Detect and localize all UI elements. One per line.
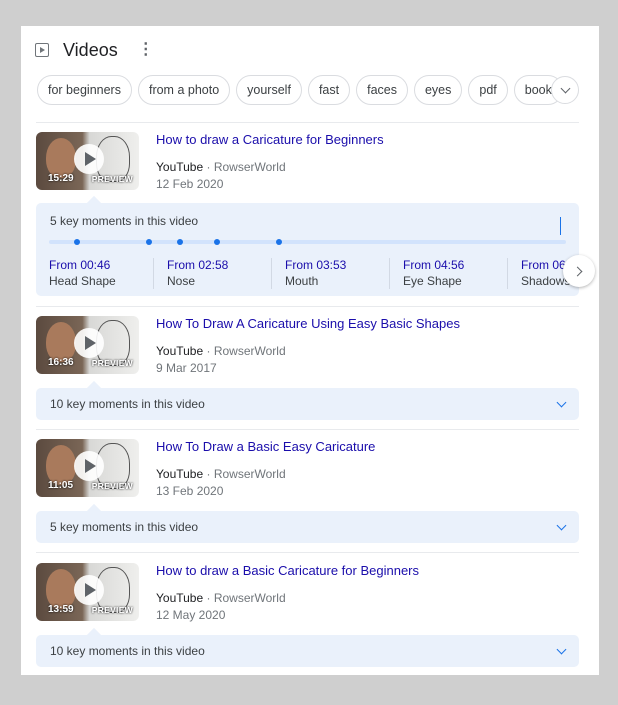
separator: · bbox=[206, 591, 214, 605]
moment-name: Head Shape bbox=[49, 274, 116, 288]
source-name: YouTube bbox=[156, 467, 204, 481]
preview-label: PREVIEW bbox=[91, 358, 133, 368]
chevron-down-icon bbox=[556, 397, 567, 408]
key-moments-label: 5 key moments in this video bbox=[50, 214, 199, 228]
videos-header: Videos ⋮ bbox=[35, 36, 154, 64]
video-source: YouTube · RowserWorld bbox=[156, 591, 286, 605]
moment-time: From 02:58 bbox=[167, 258, 229, 272]
chevron-right-icon bbox=[572, 266, 583, 276]
divider bbox=[36, 306, 579, 307]
moment-marker[interactable] bbox=[177, 239, 183, 245]
separator: · bbox=[206, 344, 214, 358]
video-icon bbox=[35, 43, 49, 57]
chevron-down-icon bbox=[560, 83, 570, 94]
video-title[interactable]: How To Draw A Caricature Using Easy Basi… bbox=[156, 316, 460, 331]
chip-yourself[interactable]: yourself bbox=[236, 75, 302, 105]
source-name: YouTube bbox=[156, 160, 204, 174]
channel-name: RowserWorld bbox=[213, 591, 286, 605]
video-duration: 13:59 bbox=[48, 604, 74, 615]
play-icon bbox=[74, 575, 104, 605]
video-source: YouTube · RowserWorld bbox=[156, 160, 286, 174]
moment-name: Eye Shape bbox=[403, 274, 462, 288]
chevron-up-icon bbox=[560, 217, 561, 235]
video-duration: 11:05 bbox=[48, 480, 74, 491]
video-thumbnail[interactable]: 11:05 PREVIEW bbox=[36, 439, 139, 497]
video-date: 9 Mar 2017 bbox=[156, 361, 217, 375]
videos-card: Videos ⋮ for beginners from a photo your… bbox=[21, 26, 599, 675]
thumbnail-person bbox=[46, 138, 76, 178]
video-date: 12 Feb 2020 bbox=[156, 177, 224, 191]
chip-fast[interactable]: fast bbox=[307, 75, 351, 105]
thumbnail-person bbox=[46, 569, 76, 609]
key-moments-list: From 00:46 Head Shape From 02:58 Nose Fr… bbox=[36, 258, 579, 289]
moment-item[interactable]: From 03:53 Mouth bbox=[272, 258, 390, 289]
moment-time: From 00:46 bbox=[49, 258, 111, 272]
moment-marker[interactable] bbox=[74, 239, 80, 245]
moment-marker[interactable] bbox=[146, 239, 152, 245]
moment-name: Mouth bbox=[285, 274, 319, 288]
video-thumbnail[interactable]: 16:36 PREVIEW bbox=[36, 316, 139, 374]
section-title: Videos bbox=[63, 39, 118, 60]
thumbnail-person bbox=[46, 322, 76, 362]
preview-label: PREVIEW bbox=[91, 605, 133, 615]
chevron-down-icon bbox=[556, 520, 567, 531]
key-moments-toggle[interactable]: 10 key moments in this video bbox=[36, 635, 579, 667]
video-title[interactable]: How to draw a Caricature for Beginners bbox=[156, 132, 384, 147]
chips-expand-button[interactable] bbox=[551, 76, 579, 104]
key-moments-label: 10 key moments in this video bbox=[50, 644, 205, 658]
video-thumbnail[interactable]: 13:59 PREVIEW bbox=[36, 563, 139, 621]
collapse-button[interactable] bbox=[560, 217, 561, 235]
key-moments-panel: 5 key moments in this video From 00:46 H… bbox=[36, 203, 579, 296]
key-moments-toggle[interactable]: 10 key moments in this video bbox=[36, 388, 579, 420]
channel-name: RowserWorld bbox=[213, 467, 286, 481]
play-icon bbox=[74, 451, 104, 481]
video-date: 12 May 2020 bbox=[156, 608, 226, 622]
moment-marker[interactable] bbox=[214, 239, 220, 245]
moment-item[interactable]: From 02:58 Nose bbox=[154, 258, 272, 289]
channel-name: RowserWorld bbox=[213, 160, 286, 174]
chevron-down-icon bbox=[556, 644, 567, 655]
source-name: YouTube bbox=[156, 591, 204, 605]
more-vert-icon[interactable]: ⋮ bbox=[138, 42, 154, 58]
source-name: YouTube bbox=[156, 344, 204, 358]
separator: · bbox=[206, 160, 214, 174]
moment-item[interactable]: From 04:56 Eye Shape bbox=[390, 258, 508, 289]
key-moments-toggle[interactable]: 5 key moments in this video bbox=[36, 511, 579, 543]
moment-time: From 04:56 bbox=[403, 258, 465, 272]
divider bbox=[36, 122, 579, 123]
moment-time: From 03:53 bbox=[285, 258, 347, 272]
thumbnail-person bbox=[46, 445, 76, 485]
filter-chips: for beginners from a photo yourself fast… bbox=[37, 74, 599, 106]
channel-name: RowserWorld bbox=[213, 344, 286, 358]
key-moments-label: 10 key moments in this video bbox=[50, 397, 205, 411]
preview-label: PREVIEW bbox=[91, 174, 133, 184]
video-date: 13 Feb 2020 bbox=[156, 484, 224, 498]
divider bbox=[36, 552, 579, 553]
chip-from-a-photo[interactable]: from a photo bbox=[137, 75, 231, 105]
video-title[interactable]: How To Draw a Basic Easy Caricature bbox=[156, 439, 375, 454]
preview-label: PREVIEW bbox=[91, 481, 133, 491]
chip-eyes[interactable]: eyes bbox=[413, 75, 463, 105]
chip-for-beginners[interactable]: for beginners bbox=[37, 75, 132, 105]
moment-marker[interactable] bbox=[276, 239, 282, 245]
play-icon bbox=[74, 144, 104, 174]
key-moments-label: 5 key moments in this video bbox=[50, 520, 199, 534]
moment-name: Nose bbox=[167, 274, 196, 288]
video-title[interactable]: How to draw a Basic Caricature for Begin… bbox=[156, 563, 419, 578]
chip-faces[interactable]: faces bbox=[356, 75, 408, 105]
separator: · bbox=[206, 467, 214, 481]
next-moments-button[interactable] bbox=[563, 255, 595, 287]
video-source: YouTube · RowserWorld bbox=[156, 344, 286, 358]
chip-pdf[interactable]: pdf bbox=[468, 75, 508, 105]
moment-item[interactable]: From 00:46 Head Shape bbox=[36, 258, 154, 289]
video-duration: 16:36 bbox=[48, 357, 74, 368]
play-icon bbox=[74, 328, 104, 358]
video-source: YouTube · RowserWorld bbox=[156, 467, 286, 481]
video-thumbnail[interactable]: 15:29 PREVIEW bbox=[36, 132, 139, 190]
video-duration: 15:29 bbox=[48, 173, 74, 184]
key-moments-track bbox=[49, 239, 566, 245]
divider bbox=[36, 429, 579, 430]
